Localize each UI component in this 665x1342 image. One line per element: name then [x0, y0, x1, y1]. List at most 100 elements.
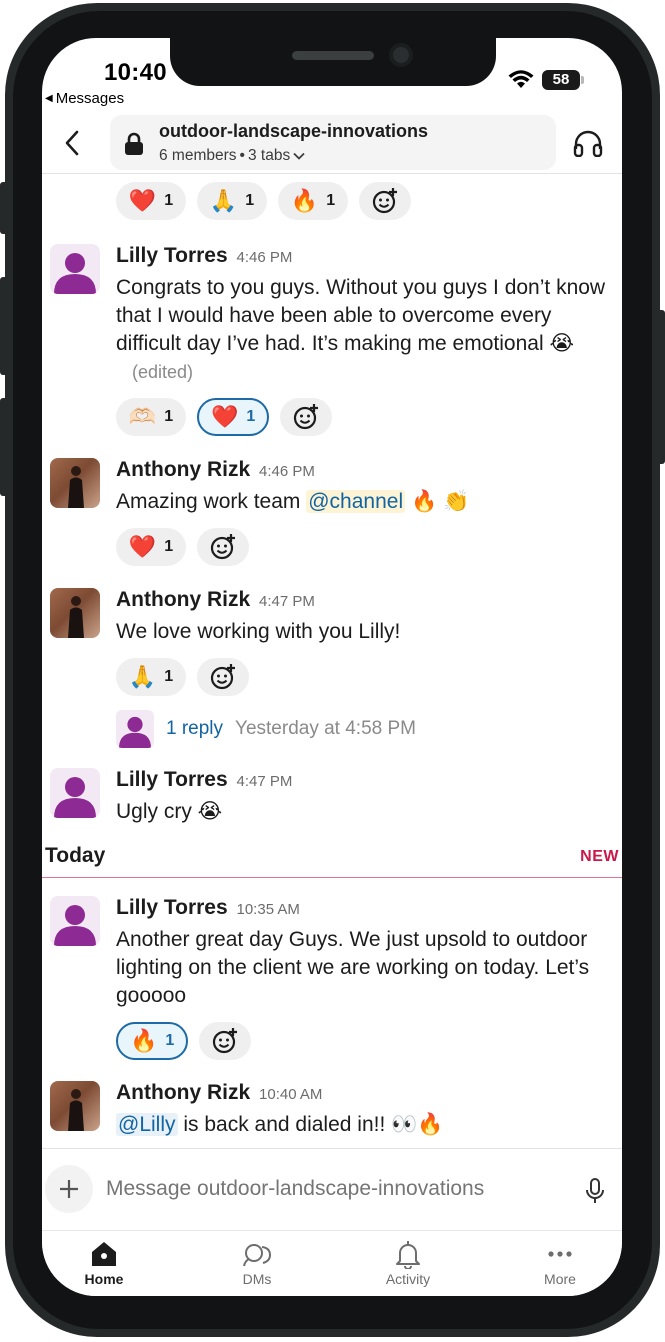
volume-down-button: [0, 398, 8, 496]
user-silhouette-icon: [54, 777, 96, 818]
avatar[interactable]: [50, 458, 100, 508]
message-text: We love working with you Lilly!: [116, 620, 401, 643]
fire-emoji: 🔥: [290, 188, 319, 213]
avatar[interactable]: [50, 244, 100, 294]
screen: 10:40 ◀ Messages 58 outdoor-landscape-in…: [42, 38, 622, 1296]
heart-hands-emoji: 🫶🏻: [128, 404, 157, 429]
avatar[interactable]: [50, 768, 100, 818]
chevron-down-icon: [293, 152, 305, 160]
message-time: 10:40 AM: [259, 1086, 323, 1103]
thread-replies[interactable]: 1 reply Yesterday at 4:58 PM: [116, 710, 416, 748]
reaction-row: 🫶🏻 1 ❤️ 1: [116, 398, 333, 436]
speaker: [292, 51, 374, 60]
sender-label: Lilly Torres: [116, 768, 228, 791]
reaction-chip-selected[interactable]: ❤️ 1: [197, 398, 270, 436]
dms-icon: [243, 1244, 272, 1267]
fire-emoji: 🔥: [130, 1028, 158, 1053]
message-body: Congrats to you guys. Without you guys I…: [116, 276, 606, 355]
add-reaction-button[interactable]: [359, 182, 411, 220]
sender-name[interactable]: Lilly Torres 10:35 AM: [116, 896, 300, 920]
headphones-icon[interactable]: [573, 129, 603, 157]
add-reaction-button[interactable]: [280, 398, 333, 436]
channel-info-button[interactable]: outdoor-landscape-innovations 6 members …: [110, 115, 556, 170]
reaction-chip[interactable]: 🔥 1: [278, 182, 348, 220]
reaction-chip-selected[interactable]: 🔥 1: [116, 1022, 189, 1060]
channel-header: outdoor-landscape-innovations 6 members …: [42, 114, 622, 172]
tab-label: Home: [84, 1271, 124, 1287]
pray-emoji: 🙏: [128, 664, 157, 689]
add-reaction-button[interactable]: [197, 528, 249, 566]
plus-icon: [60, 1180, 78, 1198]
tab-activity[interactable]: Activity: [363, 1239, 453, 1287]
sender-name[interactable]: Anthony Rizk 4:47 PM: [116, 588, 315, 612]
user-silhouette-icon: [54, 905, 96, 946]
message-time: 4:46 PM: [236, 249, 293, 266]
user-photo-icon: [68, 596, 84, 638]
add-reaction-button[interactable]: [197, 658, 249, 696]
sender-name[interactable]: Anthony Rizk 4:46 PM: [116, 458, 315, 482]
bottom-tab-bar: Home DMs Activity More: [42, 1230, 622, 1296]
reaction-row: 🔥 1: [116, 1022, 252, 1060]
back-triangle-icon: ◀: [45, 93, 53, 104]
lock-icon: [125, 132, 143, 155]
tab-home[interactable]: Home: [59, 1239, 149, 1287]
reaction-count: 1: [164, 538, 174, 555]
heart-emoji: ❤️: [128, 534, 157, 559]
sender-label: Anthony Rizk: [116, 1081, 251, 1104]
avatar[interactable]: [50, 1081, 100, 1131]
add-attachment-button[interactable]: [45, 1165, 93, 1213]
channel-meta: 6 members • 3 tabs: [159, 147, 305, 165]
reaction-row: ❤️ 1 🙏 1 🔥 1: [116, 182, 411, 220]
reaction-chip[interactable]: 🙏 1: [116, 658, 186, 696]
message-feed[interactable]: ❤️ 1 🙏 1 🔥 1 Lilly Torres 4:46 PM Congrats …: [42, 174, 622, 1150]
reaction-chip[interactable]: ❤️ 1: [116, 528, 186, 566]
pray-emoji: 🙏: [209, 188, 238, 213]
add-reaction-icon: [210, 534, 235, 560]
reaction-count: 1: [165, 1032, 175, 1049]
status-indicators: 58: [508, 70, 584, 90]
battery-icon: 58: [542, 70, 584, 90]
message-input[interactable]: [106, 1177, 566, 1201]
sender-label: Lilly Torres: [116, 896, 228, 919]
heart-emoji: ❤️: [211, 404, 239, 429]
sender-name[interactable]: Anthony Rizk 10:40 AM: [116, 1081, 322, 1105]
message-time: 4:46 PM: [259, 463, 315, 480]
back-chevron-icon[interactable]: [64, 129, 80, 157]
last-reply-time: Yesterday at 4:58 PM: [235, 718, 416, 739]
sender-label: Anthony Rizk: [116, 458, 251, 481]
tab-label: DMs: [242, 1271, 272, 1287]
avatar[interactable]: [50, 588, 100, 638]
message-text: Ugly cry 😭: [116, 800, 223, 823]
reaction-count: 1: [164, 408, 174, 425]
avatar[interactable]: [50, 896, 100, 946]
status-time: 10:40: [104, 59, 167, 86]
microphone-icon[interactable]: [585, 1177, 605, 1205]
user-silhouette-icon: [119, 716, 151, 748]
power-button: [657, 310, 665, 464]
message-composer: [42, 1148, 622, 1230]
tab-dms[interactable]: DMs: [212, 1239, 302, 1287]
message-body: is back and dialed in!! 👀🔥: [177, 1113, 444, 1136]
channel-name: outdoor-landscape-innovations: [159, 121, 429, 141]
user-photo-icon: [68, 1089, 84, 1131]
reaction-chip[interactable]: 🫶🏻 1: [116, 398, 186, 436]
heart-emoji: ❤️: [128, 188, 157, 213]
message-emoji-tail: 🔥 👏: [405, 490, 470, 513]
reply-count-link[interactable]: 1 reply: [166, 718, 223, 740]
thread-avatar: [116, 710, 154, 748]
back-to-app-link[interactable]: ◀ Messages: [45, 90, 124, 107]
channel-mention[interactable]: @channel: [306, 490, 406, 513]
new-messages-badge: NEW: [580, 848, 619, 865]
add-reaction-button[interactable]: [199, 1022, 252, 1060]
sender-name[interactable]: Lilly Torres 4:46 PM: [116, 244, 292, 268]
date-divider-label: Today: [45, 844, 106, 867]
mute-switch: [0, 182, 8, 234]
back-app-label: Messages: [55, 90, 125, 107]
front-camera: [389, 43, 413, 67]
sender-name[interactable]: Lilly Torres 4:47 PM: [116, 768, 292, 792]
user-photo-icon: [68, 466, 84, 508]
user-mention[interactable]: @Lilly: [116, 1113, 178, 1136]
tab-more[interactable]: More: [515, 1239, 605, 1287]
reaction-chip[interactable]: ❤️ 1: [116, 182, 186, 220]
reaction-chip[interactable]: 🙏 1: [197, 182, 267, 220]
